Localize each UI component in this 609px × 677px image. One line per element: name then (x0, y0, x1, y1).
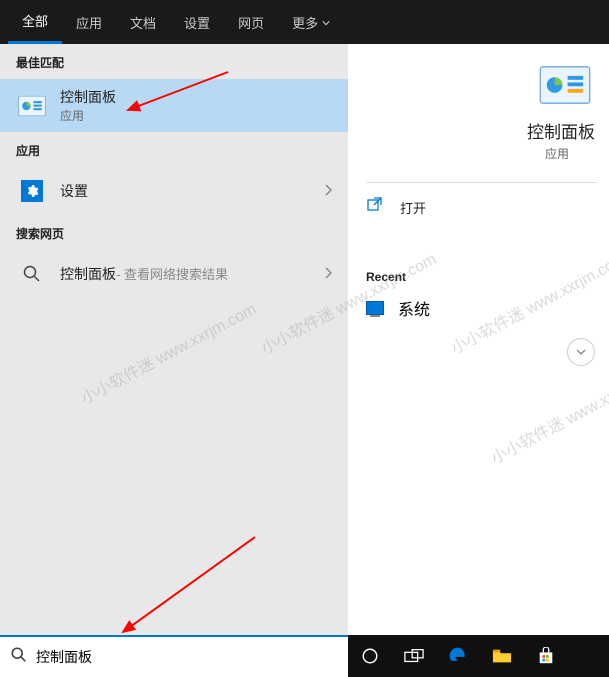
recent-header: Recent (366, 270, 597, 284)
gear-icon (21, 180, 43, 202)
result-control-panel[interactable]: 控制面板 应用 (0, 79, 348, 132)
action-open-label: 打开 (400, 198, 426, 217)
result-title: 控制面板 (60, 264, 116, 284)
chevron-down-icon (575, 346, 587, 358)
cortana-button[interactable] (348, 635, 392, 677)
search-category-tabs: 全部 应用 文档 设置 网页 更多 (0, 0, 609, 44)
store-button[interactable] (524, 635, 568, 677)
tab-web[interactable]: 网页 (224, 0, 278, 44)
control-panel-icon (16, 90, 48, 122)
tab-all[interactable]: 全部 (8, 0, 62, 44)
result-suffix: - 查看网络搜索结果 (116, 264, 228, 283)
tab-more-label: 更多 (292, 13, 318, 32)
search-icon (16, 258, 48, 290)
result-title: 设置 (60, 181, 324, 201)
open-icon (366, 197, 386, 218)
action-open[interactable]: 打开 (366, 183, 597, 232)
tab-more[interactable]: 更多 (278, 0, 344, 44)
tab-documents[interactable]: 文档 (116, 0, 170, 44)
taskbar-search[interactable] (0, 635, 348, 677)
result-subtitle: 应用 (60, 107, 332, 124)
detail-title: 控制面板 (366, 118, 597, 143)
recent-item-system[interactable]: 系统 (366, 284, 597, 332)
edge-icon (448, 646, 468, 666)
chevron-right-icon (324, 267, 332, 282)
search-icon (10, 646, 28, 669)
tab-apps[interactable]: 应用 (62, 0, 116, 44)
web-header: 搜索网页 (0, 215, 348, 250)
best-match-header: 最佳匹配 (0, 44, 348, 79)
control-panel-large-icon (366, 64, 597, 106)
explorer-button[interactable] (480, 635, 524, 677)
task-view-button[interactable] (392, 635, 436, 677)
search-input[interactable] (28, 649, 338, 665)
detail-subtitle: 应用 (366, 145, 597, 162)
task-view-icon (404, 648, 424, 664)
recent-item-label: 系统 (398, 296, 430, 320)
result-title: 控制面板 (60, 87, 332, 107)
caret-down-icon (322, 15, 330, 30)
cortana-icon (361, 647, 379, 665)
taskbar (0, 635, 609, 677)
result-settings[interactable]: 设置 (0, 167, 348, 215)
chevron-right-icon (324, 184, 332, 199)
expand-actions-button[interactable] (567, 338, 595, 366)
edge-button[interactable] (436, 635, 480, 677)
monitor-icon (366, 301, 384, 315)
store-icon (537, 647, 555, 665)
folder-icon (492, 648, 512, 664)
result-web-search[interactable]: 控制面板 - 查看网络搜索结果 (0, 250, 348, 298)
result-detail-panel: 控制面板 应用 打开 Recent 系统 (348, 44, 609, 635)
tab-settings[interactable]: 设置 (170, 0, 224, 44)
search-results-panel: 最佳匹配 控制面板 应用 应用 (0, 44, 348, 635)
apps-header: 应用 (0, 132, 348, 167)
